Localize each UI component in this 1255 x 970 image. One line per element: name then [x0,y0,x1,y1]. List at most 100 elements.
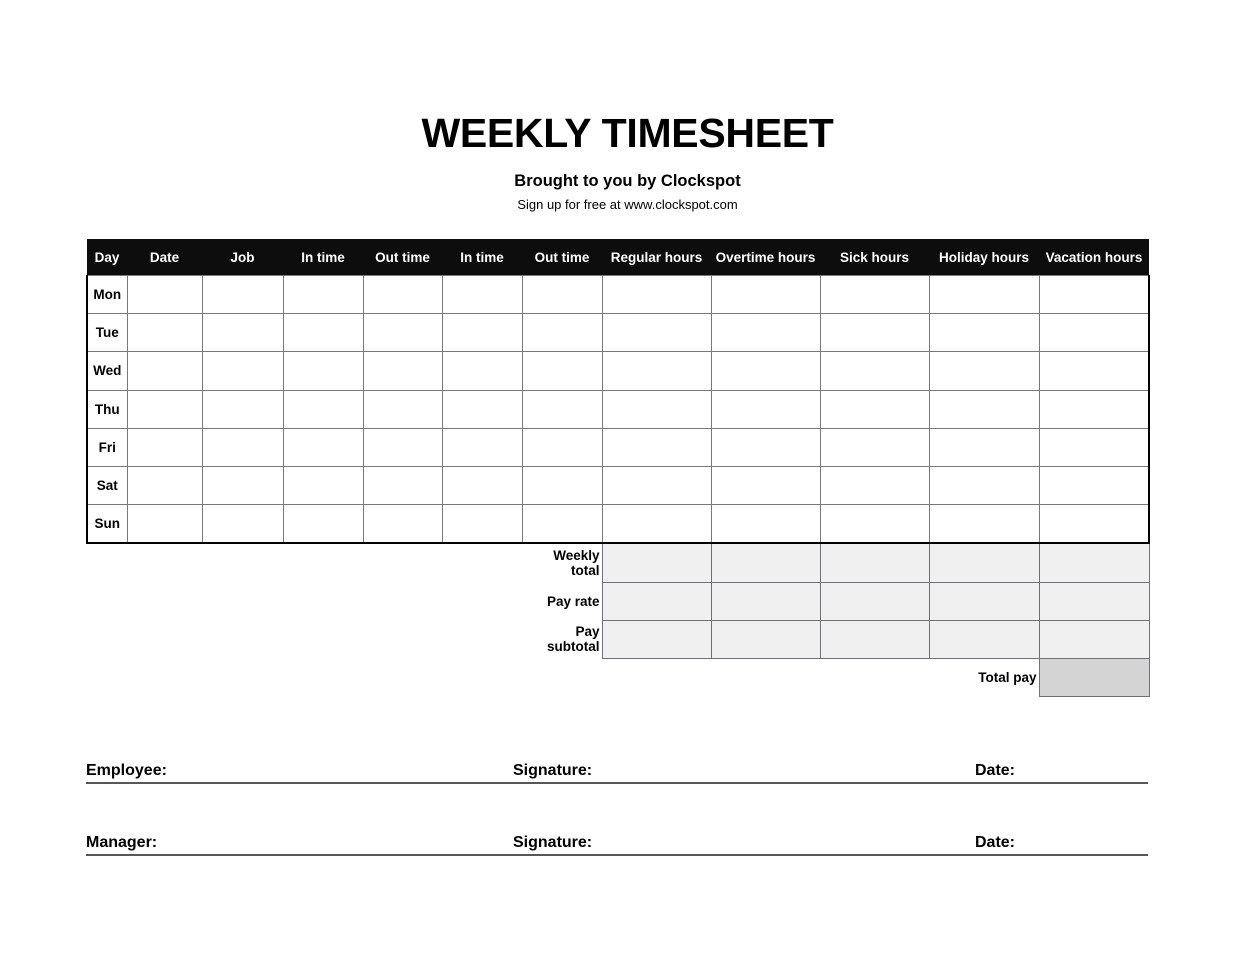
weekly-total-label: Weekly total [553,548,600,579]
cell-regular-hours-sun[interactable] [601,504,712,545]
cell-date-sun[interactable] [126,504,203,545]
cell-date-sat[interactable] [126,465,203,506]
cell-job-sat[interactable] [201,465,284,506]
cell-in-time-1-sat[interactable] [282,465,364,506]
cell-in-time-1-wed[interactable] [282,351,364,391]
pay-subtotal-vacation-hours[interactable] [1038,619,1150,659]
cell-in-time-1-tue[interactable] [282,313,364,353]
cell-in-time-2-thu[interactable] [441,389,523,429]
cell-overtime-hours-thu[interactable] [710,389,821,429]
pay-rate-vacation-hours[interactable] [1038,581,1150,621]
table-row: Wed [86,351,1150,391]
cell-out-time-1-sat[interactable] [362,465,443,506]
cell-in-time-2-fri[interactable] [441,427,523,467]
cell-holiday-hours-wed[interactable] [928,351,1040,391]
cell-sick-hours-sun[interactable] [819,504,930,545]
cell-job-mon[interactable] [201,274,284,315]
cell-in-time-2-mon[interactable] [441,274,523,315]
cell-sick-hours-sat[interactable] [819,465,930,506]
cell-out-time-1-fri[interactable] [362,427,443,467]
summary-row-total-pay: Total pay [87,657,1150,698]
cell-in-time-2-tue[interactable] [441,313,523,353]
cell-regular-hours-mon[interactable] [601,274,712,315]
pay-rate-sick-hours[interactable] [819,581,930,621]
weekly-total-sick-hours[interactable] [819,542,930,583]
cell-in-time-2-wed[interactable] [441,351,523,391]
cell-holiday-hours-tue[interactable] [928,313,1040,353]
total-pay-value[interactable] [1038,657,1150,698]
document-header: WEEKLY TIMESHEET Brought to you by Clock… [0,113,1255,211]
cell-sick-hours-mon[interactable] [819,274,930,315]
cell-in-time-1-thu[interactable] [282,389,364,429]
pay-rate-holiday-hours[interactable] [928,581,1040,621]
cell-regular-hours-wed[interactable] [601,351,712,391]
cell-date-mon[interactable] [126,274,203,315]
cell-date-wed[interactable] [126,351,203,391]
cell-sick-hours-tue[interactable] [819,313,930,353]
cell-sick-hours-thu[interactable] [819,389,930,429]
pay-rate-overtime-hours[interactable] [710,581,821,621]
cell-out-time-1-tue[interactable] [362,313,443,353]
cell-out-time-1-mon[interactable] [362,274,443,315]
cell-regular-hours-fri[interactable] [601,427,712,467]
cell-out-time-1-sun[interactable] [362,504,443,545]
cell-in-time-2-sun[interactable] [441,504,523,545]
cell-in-time-1-fri[interactable] [282,427,364,467]
cell-out-time-2-sun[interactable] [521,504,603,545]
table-row: Sat [86,465,1150,506]
cell-out-time-2-sat[interactable] [521,465,603,506]
cell-vacation-hours-mon[interactable] [1038,274,1150,315]
cell-overtime-hours-sat[interactable] [710,465,821,506]
cell-regular-hours-sat[interactable] [601,465,712,506]
cell-job-tue[interactable] [201,313,284,353]
cell-in-time-2-sat[interactable] [441,465,523,506]
cell-date-fri[interactable] [126,427,203,467]
cell-regular-hours-thu[interactable] [601,389,712,429]
cell-out-time-2-mon[interactable] [521,274,603,315]
cell-job-fri[interactable] [201,427,284,467]
cell-out-time-1-wed[interactable] [362,351,443,391]
cell-job-thu[interactable] [201,389,284,429]
cell-job-sun[interactable] [201,504,284,545]
cell-holiday-hours-sun[interactable] [928,504,1040,545]
table-header-row: Day Date Job In time Out time In time Ou… [87,239,1149,276]
cell-holiday-hours-mon[interactable] [928,274,1040,315]
cell-out-time-1-thu[interactable] [362,389,443,429]
timesheet-table: Day Date Job In time Out time In time Ou… [86,239,1150,698]
cell-out-time-2-wed[interactable] [521,351,603,391]
weekly-total-vacation-hours[interactable] [1038,542,1150,583]
pay-subtotal-sick-hours[interactable] [819,619,930,659]
pay-subtotal-regular-hours[interactable] [601,619,712,659]
cell-date-tue[interactable] [126,313,203,353]
weekly-total-holiday-hours[interactable] [928,542,1040,583]
cell-out-time-2-fri[interactable] [521,427,603,467]
cell-in-time-1-sun[interactable] [282,504,364,545]
pay-subtotal-holiday-hours[interactable] [928,619,1040,659]
cell-vacation-hours-tue[interactable] [1038,313,1150,353]
cell-holiday-hours-thu[interactable] [928,389,1040,429]
cell-holiday-hours-fri[interactable] [928,427,1040,467]
cell-sick-hours-wed[interactable] [819,351,930,391]
cell-overtime-hours-wed[interactable] [710,351,821,391]
cell-overtime-hours-tue[interactable] [710,313,821,353]
cell-holiday-hours-sat[interactable] [928,465,1040,506]
cell-regular-hours-tue[interactable] [601,313,712,353]
pay-rate-regular-hours[interactable] [601,581,712,621]
cell-sick-hours-fri[interactable] [819,427,930,467]
cell-date-thu[interactable] [126,389,203,429]
cell-out-time-2-thu[interactable] [521,389,603,429]
cell-vacation-hours-fri[interactable] [1038,427,1150,467]
cell-in-time-1-mon[interactable] [282,274,364,315]
cell-overtime-hours-sun[interactable] [710,504,821,545]
cell-vacation-hours-wed[interactable] [1038,351,1150,391]
cell-overtime-hours-mon[interactable] [710,274,821,315]
cell-vacation-hours-sun[interactable] [1038,504,1150,545]
weekly-total-overtime-hours[interactable] [710,542,821,583]
cell-out-time-2-tue[interactable] [521,313,603,353]
cell-overtime-hours-fri[interactable] [710,427,821,467]
cell-job-wed[interactable] [201,351,284,391]
weekly-total-regular-hours[interactable] [601,542,712,583]
cell-vacation-hours-thu[interactable] [1038,389,1150,429]
cell-vacation-hours-sat[interactable] [1038,465,1150,506]
pay-subtotal-overtime-hours[interactable] [710,619,821,659]
